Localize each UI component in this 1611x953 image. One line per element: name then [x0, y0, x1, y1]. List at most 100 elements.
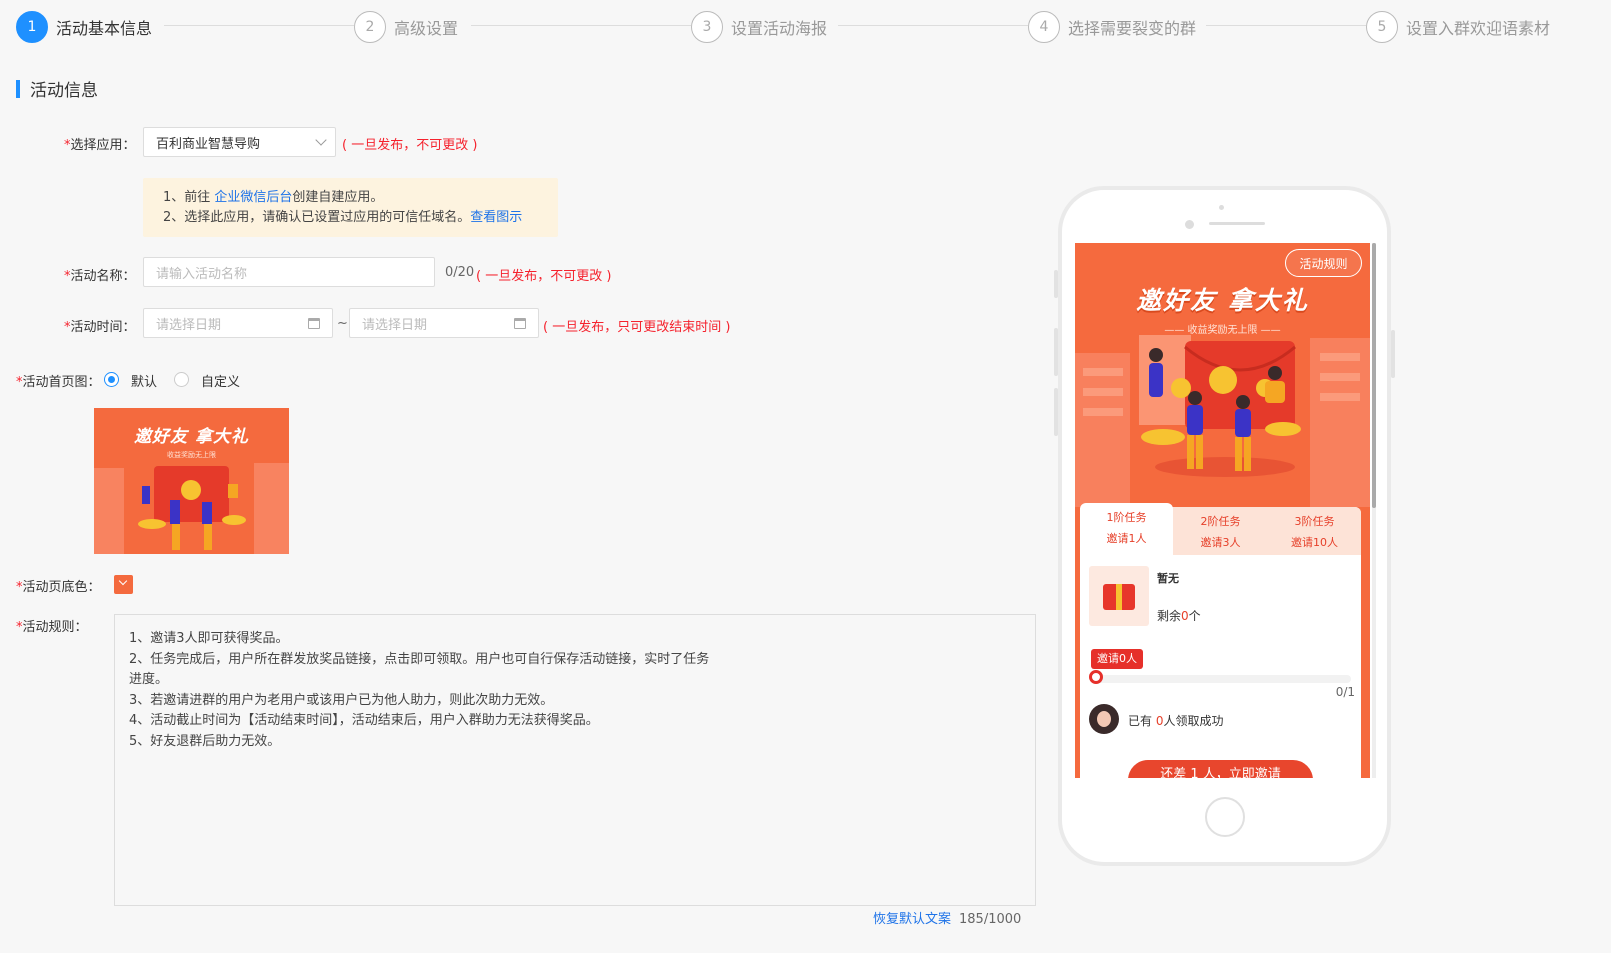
end-date-placeholder: 请选择日期 [362, 317, 428, 333]
avatar [1089, 704, 1119, 734]
task-tab-title: 2阶任务 [1200, 515, 1241, 528]
view-diagram-link[interactable]: 查看图示 [470, 210, 522, 225]
gift-icon [1103, 584, 1135, 610]
task-tab-1[interactable]: 1阶任务 邀请1人 [1080, 503, 1173, 555]
phone-home-button [1205, 797, 1245, 837]
invite-now-button[interactable]: 还差 1 人，立即邀请 [1128, 760, 1313, 778]
preview-scrollbar[interactable] [1372, 243, 1376, 778]
phone-button [1391, 330, 1395, 378]
activity-rules-button[interactable]: 活动规则 [1285, 249, 1362, 277]
invite-progress-bar [1095, 675, 1351, 683]
step-label: 设置入群欢迎语素材 [1406, 19, 1551, 38]
cover-custom-radio[interactable] [174, 372, 189, 387]
tip-text: 2、选择此应用，请确认已设置过应用的可信任域名。 [163, 210, 471, 225]
section-header: 活动信息 [16, 76, 98, 101]
steps-bar: 1 活动基本信息 2 高级设置 3 设置活动海报 4 选择需要裂变的群 5 设置… [16, 10, 1596, 44]
step-connector [1206, 25, 1366, 26]
rules-line: 进度。 [129, 672, 169, 687]
name-counter: 0/20 [445, 265, 475, 280]
name-note: ( 一旦发布，不可更改 ) [476, 269, 612, 284]
received-suffix: 人领取成功 [1163, 714, 1224, 728]
wecom-admin-link[interactable]: 企业微信后台 [214, 190, 292, 205]
remain-prefix: 剩余 [1157, 609, 1182, 623]
step-number: 2 [354, 11, 386, 43]
cover-default-radio[interactable] [104, 372, 119, 387]
rules-line: 2、任务完成后，用户所在群发放奖品链接，点击即可领取。用户也可自行保存活动链接，… [129, 651, 710, 667]
progress-knob [1089, 670, 1103, 684]
time-label-text: 活动时间： [70, 320, 136, 335]
rules-textarea[interactable]: 1、邀请3人即可获得奖品。 2、任务完成后，用户所在群发放奖品链接，点击即可领取… [114, 614, 1036, 906]
task-tab-3[interactable]: 3阶任务 邀请10人 [1268, 507, 1361, 555]
step-5[interactable]: 5 设置入群欢迎语素材 [1366, 10, 1550, 44]
activity-name-input[interactable]: 请输入活动名称 [143, 257, 435, 287]
start-date-placeholder: 请选择日期 [156, 317, 222, 333]
cover-label-text: 活动首页图： [22, 375, 101, 390]
step-label: 活动基本信息 [56, 19, 153, 38]
section-title: 活动信息 [30, 81, 98, 101]
phone-camera [1185, 220, 1194, 229]
restore-default-link[interactable]: 恢复默认文案 [873, 912, 951, 927]
rules-line: 4、活动截止时间为【活动结束时间】，活动结束后，用户入群助力无法获得奖品。 [129, 713, 599, 728]
task-card: 1阶任务 邀请1人 2阶任务 邀请3人 3阶任务 邀请10人 暂无 剩余0个 邀… [1080, 503, 1361, 778]
rules-line: 3、若邀请进群的用户为老用户或该用户已为他人助力，则此次助力无效。 [129, 692, 554, 708]
step-1[interactable]: 1 活动基本信息 [16, 10, 152, 44]
calendar-icon [514, 318, 526, 329]
cover-thumb-title: 邀好友 拿大礼 [134, 427, 249, 447]
app-select-value: 百利商业智慧导购 [156, 136, 261, 152]
remain-suffix: 个 [1188, 609, 1201, 623]
step-3[interactable]: 3 设置活动海报 [691, 10, 827, 44]
prize-name: 暂无 [1157, 572, 1179, 585]
hero-title: 邀好友 拿大礼 [1136, 286, 1309, 315]
step-connector [164, 25, 354, 26]
step-label: 设置活动海报 [731, 19, 828, 38]
step-number: 3 [691, 11, 723, 43]
chevron-down-icon [315, 134, 327, 146]
rules-char-count: 185/1000 [959, 912, 1022, 927]
received-summary: 已有 0人领取成功 [1128, 712, 1223, 729]
bg-color-picker[interactable] [114, 575, 133, 594]
activity-name-placeholder: 请输入活动名称 [156, 266, 248, 282]
rules-label-text: 活动规则： [22, 620, 88, 635]
step-label: 高级设置 [394, 19, 459, 38]
prize-image [1089, 566, 1149, 626]
step-label: 选择需要裂变的群 [1068, 19, 1197, 38]
app-select[interactable]: 百利商业智慧导购 [143, 127, 336, 157]
section-accent-bar [16, 79, 20, 98]
date-separator: ~ [337, 316, 348, 331]
name-label: *活动名称： [64, 265, 136, 284]
cover-default-label[interactable]: 默认 [131, 371, 157, 390]
app-note: ( 一旦发布，不可更改 ) [342, 138, 478, 153]
prize-remaining: 剩余0个 [1157, 607, 1201, 624]
task-tab-desc: 邀请1人 [1106, 532, 1147, 545]
invite-count-badge: 邀请0人 [1091, 649, 1143, 669]
tip-line-1: 1、前往 企业微信后台创建自建应用。 [163, 188, 558, 208]
task-tab-2[interactable]: 2阶任务 邀请3人 [1174, 507, 1267, 555]
tip-text: 1、前往 [163, 190, 215, 205]
phone-speaker [1209, 222, 1265, 225]
progress-count: 0/1 [1335, 685, 1355, 699]
start-date-input[interactable]: 请选择日期 [143, 308, 333, 338]
cover-thumb-subtitle: 收益奖励无上限 [167, 451, 216, 459]
received-prefix: 已有 [1128, 714, 1156, 728]
step-4[interactable]: 4 选择需要裂变的群 [1028, 10, 1196, 44]
rules-line: 5、好友退群后助力无效。 [129, 733, 281, 749]
hero-subtitle: —— 收益奖励无上限 —— [1164, 325, 1281, 336]
task-tab-desc: 邀请3人 [1200, 536, 1241, 549]
cover-custom-label[interactable]: 自定义 [201, 371, 240, 390]
remain-value: 0 [1181, 609, 1189, 623]
app-label: *选择应用： [64, 134, 136, 153]
bg-color-label: *活动页底色： [16, 576, 101, 595]
step-number: 4 [1028, 11, 1060, 43]
cover-thumbnail: 邀好友 拿大礼 收益奖励无上限 [94, 408, 289, 554]
app-tip-box: 1、前往 企业微信后台创建自建应用。 2、选择此应用，请确认已设置过应用的可信任… [143, 178, 558, 237]
step-connector [471, 25, 691, 26]
task-tab-desc: 邀请10人 [1291, 536, 1338, 549]
tip-line-2: 2、选择此应用，请确认已设置过应用的可信任域名。查看图示 [163, 208, 558, 228]
rules-line: 1、邀请3人即可获得奖品。 [129, 631, 289, 646]
bg-color-label-text: 活动页底色： [22, 580, 101, 595]
cover-label: *活动首页图： [16, 371, 101, 390]
step-2[interactable]: 2 高级设置 [354, 10, 458, 44]
app-label-text: 选择应用： [70, 138, 136, 153]
end-date-input[interactable]: 请选择日期 [349, 308, 539, 338]
name-label-text: 活动名称： [70, 269, 136, 284]
